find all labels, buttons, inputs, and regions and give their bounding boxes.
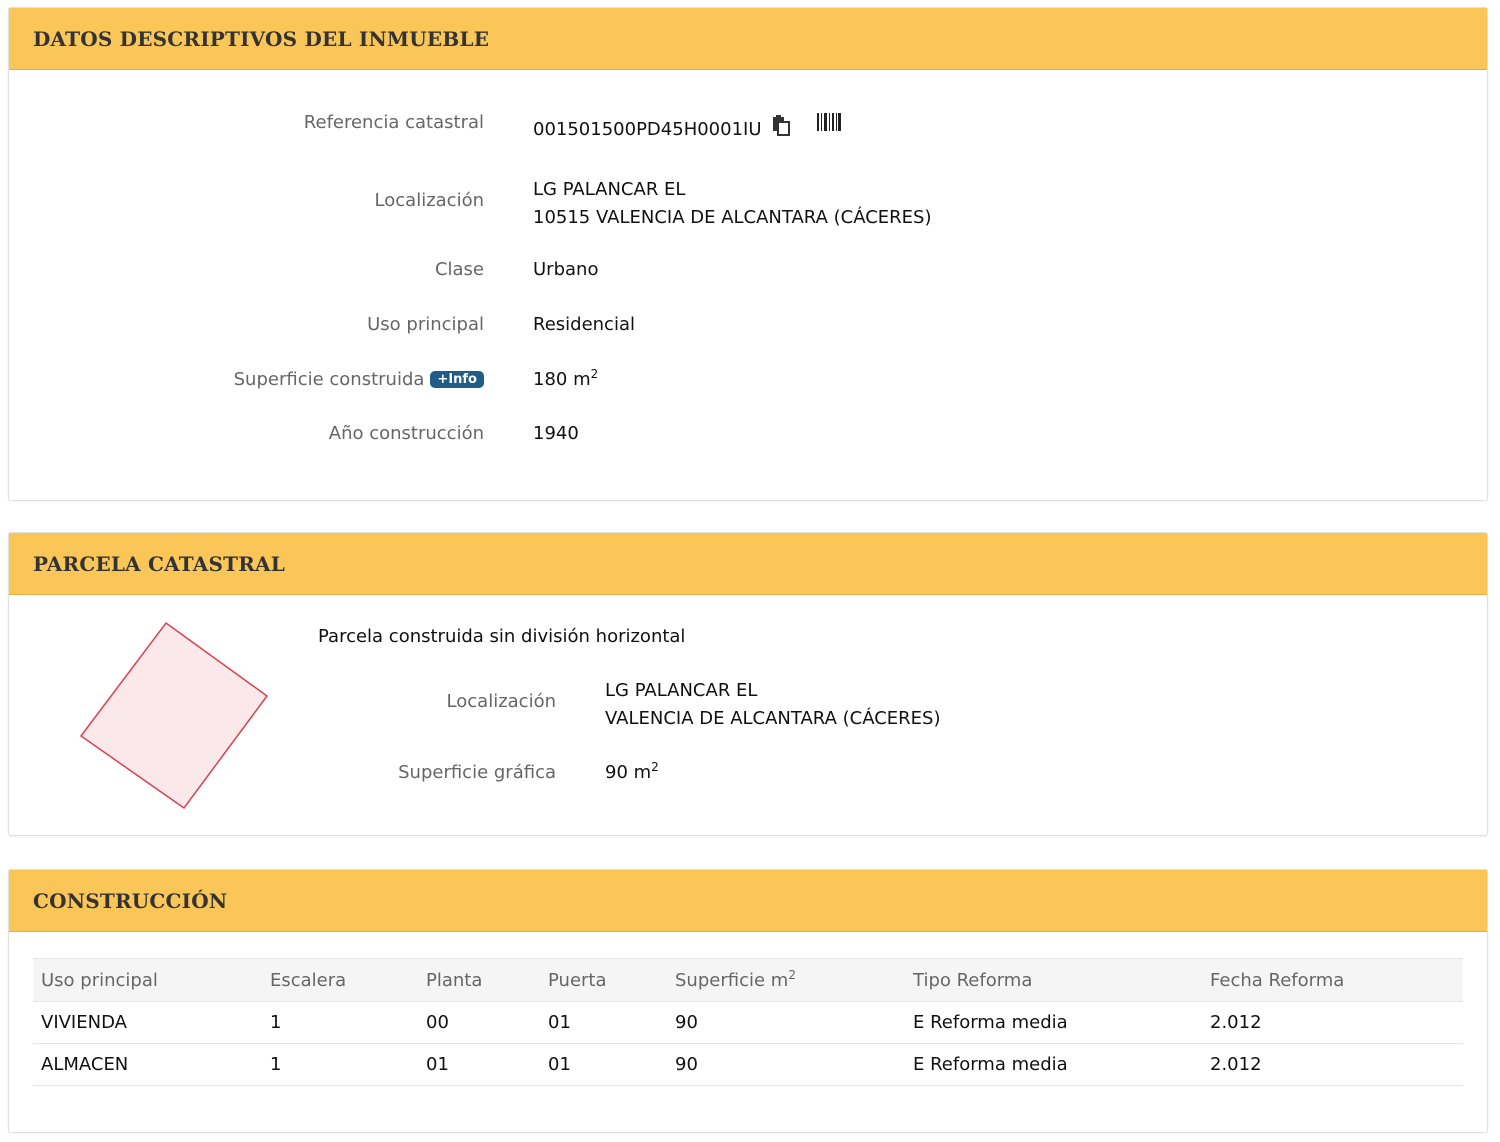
anio-construccion-value: 1940 (533, 423, 579, 444)
localizacion-label: Localización (374, 190, 484, 211)
superficie-construida-label: Superficie construida (233, 369, 425, 390)
cell-planta: 00 (418, 1001, 540, 1044)
cell-puerta: 01 (540, 1043, 667, 1086)
parcela-localizacion-label: Localización (446, 691, 556, 712)
cell-escalera: 1 (262, 1001, 418, 1044)
uso-principal-label: Uso principal (367, 314, 484, 335)
uso-principal-value: Residencial (533, 314, 635, 335)
panel-title: CONSTRUCCIÓN (33, 888, 228, 913)
parcela-localizacion-line2: VALENCIA DE ALCANTARA (CÁCERES) (605, 708, 941, 729)
ref-catastral-value[interactable]: 001501500PD45H0001IU (533, 119, 762, 140)
construccion-header: CONSTRUCCIÓN (9, 870, 1487, 932)
construccion-table: Uso principal Escalera Planta Puerta Sup… (33, 958, 1463, 1086)
superficie-unit-exponent: 2 (590, 367, 599, 381)
anio-construccion-label: Año construcción (328, 423, 484, 444)
localizacion-line2: 10515 VALENCIA DE ALCANTARA (CÁCERES) (533, 207, 932, 228)
superficie-grafica-exponent: 2 (651, 760, 659, 774)
cell-escalera: 1 (262, 1043, 418, 1086)
ref-catastral-value-wrap: 001501500PD45H0001IU (533, 112, 841, 146)
cell-fecha-reforma: 2.012 (1202, 1001, 1463, 1044)
table-row: ALMACEN 1 01 01 90 E Reforma media 2.012 (33, 1043, 1463, 1086)
cell-uso: VIVIENDA (33, 1001, 262, 1044)
info-button[interactable]: +Info (430, 371, 484, 388)
copy-icon[interactable] (771, 114, 791, 146)
cell-tipo-reforma: E Reforma media (905, 1001, 1202, 1044)
cell-fecha-reforma: 2.012 (1202, 1043, 1463, 1086)
parcela-catastral-header: PARCELA CATASTRAL (9, 533, 1487, 595)
table-row: VIVIENDA 1 00 01 90 E Reforma media 2.01… (33, 1001, 1463, 1044)
datos-descriptivos-header: DATOS DESCRIPTIVOS DEL INMUEBLE (9, 8, 1487, 70)
col-header-tipo-reforma: Tipo Reforma (905, 958, 1202, 1002)
col-header-puerta: Puerta (540, 958, 667, 1002)
panel-title: DATOS DESCRIPTIVOS DEL INMUEBLE (33, 26, 490, 51)
localizacion-line1: LG PALANCAR EL (533, 179, 686, 200)
construccion-panel: CONSTRUCCIÓN Uso principal Escalera Plan… (8, 869, 1488, 1133)
cell-superficie: 90 (667, 1001, 905, 1044)
col-header-superficie: Superficie m2 (667, 958, 905, 1002)
col-header-escalera: Escalera (262, 958, 418, 1002)
localizacion-value: LG PALANCAR EL 10515 VALENCIA DE ALCANTA… (533, 176, 931, 232)
superficie-construida-value-wrap: 180 m2 (533, 366, 598, 394)
parcela-description: Parcela construida sin división horizont… (318, 626, 686, 647)
table-header-row: Uso principal Escalera Planta Puerta Sup… (33, 958, 1463, 1002)
superficie-construida-value: 180 m (533, 369, 591, 390)
parcela-localizacion-value: LG PALANCAR EL VALENCIA DE ALCANTARA (CÁ… (605, 677, 940, 733)
clase-label: Clase (434, 259, 484, 280)
cell-tipo-reforma: E Reforma media (905, 1043, 1202, 1086)
col-header-superficie-exp: 2 (788, 967, 796, 982)
parcela-localizacion-line1: LG PALANCAR EL (605, 680, 758, 701)
col-header-uso: Uso principal (33, 958, 262, 1002)
panel-title: PARCELA CATASTRAL (33, 551, 286, 576)
col-header-planta: Planta (418, 958, 540, 1002)
superficie-grafica-value-wrap: 90 m2 (605, 759, 659, 787)
superficie-construida-label-wrap: Superficie construida +Info (234, 369, 484, 390)
ref-catastral-label: Referencia catastral (303, 112, 484, 133)
cell-planta: 01 (418, 1043, 540, 1086)
col-header-fecha-reforma: Fecha Reforma (1202, 958, 1463, 1002)
cell-superficie: 90 (667, 1043, 905, 1086)
col-header-superficie-text: Superficie m (675, 969, 789, 991)
superficie-grafica-value: 90 m (605, 762, 652, 783)
cell-uso: ALMACEN (33, 1043, 262, 1086)
superficie-grafica-label: Superficie gráfica (398, 762, 556, 783)
parcel-shape-image[interactable] (75, 619, 275, 815)
clase-value: Urbano (533, 259, 599, 280)
parcela-catastral-panel: PARCELA CATASTRAL Parcela construida sin… (8, 532, 1488, 836)
barcode-icon[interactable] (816, 112, 841, 140)
cell-puerta: 01 (540, 1001, 667, 1044)
datos-descriptivos-panel: DATOS DESCRIPTIVOS DEL INMUEBLE Referenc… (8, 7, 1488, 501)
